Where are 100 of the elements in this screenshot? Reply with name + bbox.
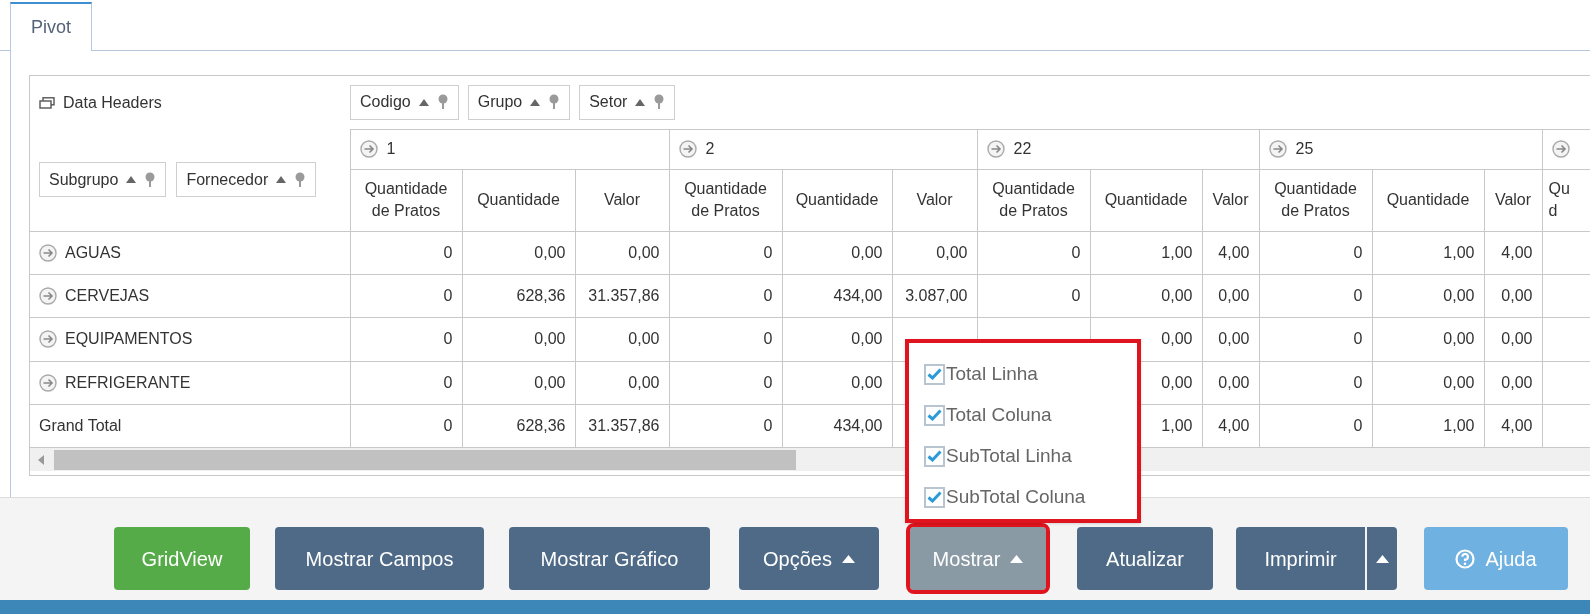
checkbox[interactable] <box>924 404 945 426</box>
column-header: Quantidade de Pratos <box>350 169 462 231</box>
column-header: Quantidade <box>462 169 575 231</box>
table-cell: 31.357,86 <box>588 287 660 305</box>
sort-ascending-icon[interactable] <box>635 98 646 106</box>
table-cell: 628,36 <box>516 287 566 305</box>
column-header: Quantidade de Pratos <box>1259 169 1372 231</box>
table-cell: 4,00 <box>1218 243 1250 261</box>
table-cell: 0,00 <box>1501 330 1533 348</box>
field-label: Setor <box>589 92 628 113</box>
table-cell: 0,00 <box>1443 330 1475 348</box>
row-label: EQUIPAMENTOS <box>65 329 193 350</box>
table-cell: 0,00 <box>628 330 660 348</box>
column-header: Valor <box>892 169 977 231</box>
table-cell: 0 <box>1353 417 1363 435</box>
field-label: Subgrupo <box>49 169 119 190</box>
print-dropdown-button[interactable] <box>1367 527 1397 590</box>
help-icon <box>1455 548 1476 569</box>
action-button[interactable]: Atualizar <box>1077 527 1213 590</box>
checkbox[interactable] <box>924 445 945 467</box>
pin-icon[interactable] <box>548 94 561 111</box>
column-header: Quantidade <box>782 169 892 231</box>
field-chip[interactable]: Fornecedor <box>176 162 317 198</box>
table-cell: 0 <box>1071 287 1081 305</box>
table-cell: 0,00 <box>851 243 883 261</box>
table-cell: 0 <box>763 243 773 261</box>
column-header: Valor <box>575 169 669 231</box>
table-cell: 0,00 <box>1443 287 1475 305</box>
group-label: 22 <box>1013 139 1032 159</box>
field-chip[interactable]: Subgrupo <box>39 162 167 198</box>
table-cell: 0 <box>1353 243 1363 261</box>
action-button[interactable]: Mostrar Campos <box>275 527 484 590</box>
table-cell: 434,00 <box>833 287 883 305</box>
column-header: Valor <box>1202 169 1259 231</box>
menu-checkbox-item[interactable]: Total Linha <box>924 361 1137 387</box>
table-cell: 0 <box>443 330 453 348</box>
table-cell: 0,00 <box>1218 373 1250 391</box>
table-cell: 1,00 <box>1161 417 1193 435</box>
table-cell: 0,00 <box>851 330 883 348</box>
checkbox[interactable] <box>924 486 945 508</box>
table-cell: 0 <box>443 287 453 305</box>
table-cell: 0,00 <box>534 373 566 391</box>
windows-icon <box>39 96 55 109</box>
group-label: 2 <box>705 139 715 159</box>
checkbox[interactable] <box>924 363 945 385</box>
check-icon <box>927 450 942 462</box>
caret-icon <box>841 554 855 563</box>
pin-icon[interactable] <box>294 171 307 188</box>
table-cell: 4,00 <box>1218 417 1250 435</box>
table-cell: 0,00 <box>1161 330 1193 348</box>
table-cell: 3.087,00 <box>905 287 968 305</box>
table-cell: 4,00 <box>1501 243 1533 261</box>
scroll-left-icon[interactable] <box>38 454 44 465</box>
pin-icon[interactable] <box>653 94 666 111</box>
group-label: 25 <box>1295 139 1314 159</box>
field-label: Grupo <box>477 92 523 113</box>
row-label: Grand Total <box>39 416 122 437</box>
table-cell: 0,00 <box>936 243 968 261</box>
action-button[interactable]: Mostrar Gráfico <box>509 527 710 590</box>
table-cell: 0,00 <box>628 373 660 391</box>
table-cell: 0 <box>763 417 773 435</box>
table-cell: 0 <box>443 417 453 435</box>
pin-icon[interactable] <box>436 94 449 111</box>
sort-ascending-icon[interactable] <box>530 98 541 106</box>
sort-ascending-icon[interactable] <box>126 176 137 184</box>
field-label: Codigo <box>360 92 411 113</box>
sort-ascending-icon[interactable] <box>418 98 429 106</box>
menu-checkbox-item[interactable]: SubTotal Linha <box>924 443 1137 469</box>
caret-icon <box>1010 554 1024 563</box>
field-chip[interactable]: Codigo <box>350 84 459 120</box>
tab[interactable]: Pivot <box>10 2 92 51</box>
pin-icon[interactable] <box>144 171 157 188</box>
table-cell: 0 <box>1071 243 1081 261</box>
column-header: Valor <box>1484 169 1542 231</box>
table-cell: 0,00 <box>534 330 566 348</box>
field-chip[interactable]: Setor <box>579 84 676 120</box>
sort-ascending-icon[interactable] <box>276 176 287 184</box>
row-label: CERVEJAS <box>65 286 150 307</box>
table-cell: 434,00 <box>833 417 883 435</box>
table-cell: 31.357,86 <box>588 417 660 435</box>
column-header: Quantidade de Pratos <box>669 169 782 231</box>
table-cell: 0,00 <box>534 243 566 261</box>
menu-checkbox-item[interactable]: SubTotal Coluna <box>924 484 1137 510</box>
print-button[interactable]: Imprimir <box>1236 527 1365 590</box>
table-cell: 0,00 <box>1443 373 1475 391</box>
table-cell: 1,00 <box>1443 243 1475 261</box>
scrollbar-thumb[interactable] <box>54 449 796 470</box>
table-cell: 0,00 <box>628 243 660 261</box>
field-label: Fornecedor <box>186 169 269 190</box>
table-cell: 0 <box>763 373 773 391</box>
check-icon <box>927 409 942 421</box>
table-cell: 0 <box>1353 287 1363 305</box>
group-label: 1 <box>386 139 396 159</box>
field-chip[interactable]: Grupo <box>467 84 571 120</box>
column-header: Quantidade <box>1372 169 1484 231</box>
dropdown-button[interactable]: Opções <box>739 527 879 590</box>
menu-checkbox-item[interactable]: Total Coluna <box>924 402 1137 428</box>
table-cell: 0,00 <box>1501 287 1533 305</box>
table-cell: 0 <box>1353 373 1363 391</box>
table-cell: 1,00 <box>1443 417 1475 435</box>
